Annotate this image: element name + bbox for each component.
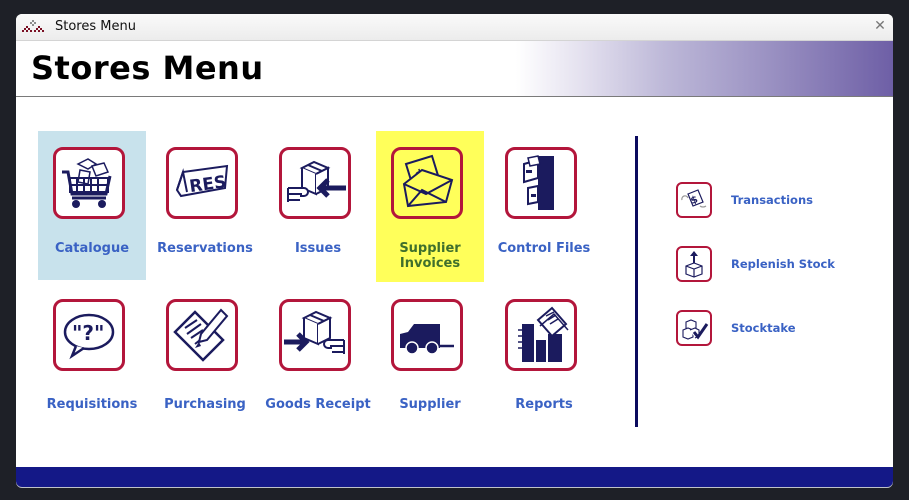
link-label: Stocktake	[731, 321, 796, 335]
tile-label: Reservations	[157, 241, 253, 256]
tile-goods-receipt[interactable]: Goods Receipt	[264, 283, 372, 423]
link-label: Replenish Stock	[731, 257, 835, 271]
tile-label: Supplier	[399, 397, 461, 412]
tile-control-files[interactable]: Control Files	[490, 131, 598, 280]
tile-supplier-invoices[interactable]: $ Supplier Invoices	[376, 131, 484, 282]
link-stocktake[interactable]: Stocktake	[676, 310, 876, 348]
stores-menu-window: Stores Menu ✕ Stores Menu Catalogue RES …	[16, 14, 893, 487]
tile-reservations[interactable]: RES Reservations	[151, 131, 259, 280]
filing-cabinet-icon	[505, 147, 577, 219]
document-pen-icon	[166, 299, 238, 371]
box-arrow-up-icon	[676, 246, 712, 282]
invoice-envelope-icon: $	[391, 147, 463, 219]
tile-requisitions[interactable]: "?" Requisitions	[38, 283, 146, 423]
tile-label: Purchasing	[164, 397, 246, 412]
close-button[interactable]: ✕	[873, 19, 887, 33]
tile-purchasing[interactable]: Purchasing	[151, 283, 259, 423]
tile-reports[interactable]: Reports	[490, 283, 598, 423]
tile-catalogue[interactable]: Catalogue	[38, 131, 146, 280]
tile-label: Issues	[294, 241, 342, 256]
svg-text:"?": "?"	[72, 321, 104, 345]
tile-label: Supplier Invoices	[376, 241, 484, 271]
tile-label: Requisitions	[46, 397, 138, 412]
tile-label: Catalogue	[54, 241, 130, 256]
res-sign-icon: RES	[166, 147, 238, 219]
diamond-dots-logo-icon	[22, 20, 44, 32]
tile-label-line2: Invoices	[399, 256, 461, 271]
page-header: Stores Menu	[16, 41, 893, 97]
link-replenish-stock[interactable]: Replenish Stock	[676, 246, 876, 284]
boxes-check-icon	[676, 310, 712, 346]
truck-icon	[391, 299, 463, 371]
question-bubble-icon: "?"	[53, 299, 125, 371]
tile-label: Control Files	[497, 241, 591, 256]
money-transaction-icon: $	[676, 182, 712, 218]
tile-label: Reports	[515, 397, 573, 412]
page-title: Stores Menu	[31, 49, 264, 87]
tile-supplier[interactable]: Supplier	[376, 283, 484, 423]
tile-label-line1: Supplier	[399, 241, 461, 256]
box-hand-arrow-in-icon	[279, 147, 351, 219]
window-title: Stores Menu	[55, 19, 136, 34]
arrow-box-hand-icon	[279, 299, 351, 371]
tile-issues[interactable]: Issues	[264, 131, 372, 280]
svg-text:RES: RES	[188, 172, 227, 197]
link-transactions[interactable]: $ Transactions	[676, 182, 876, 220]
vertical-divider	[635, 136, 638, 427]
tile-label: Goods Receipt	[265, 397, 371, 412]
link-label: Transactions	[731, 193, 813, 207]
reports-chart-icon	[505, 299, 577, 371]
shopping-cart-icon	[53, 147, 125, 219]
footer-bar	[16, 467, 893, 487]
title-bar: Stores Menu ✕	[16, 14, 893, 41]
